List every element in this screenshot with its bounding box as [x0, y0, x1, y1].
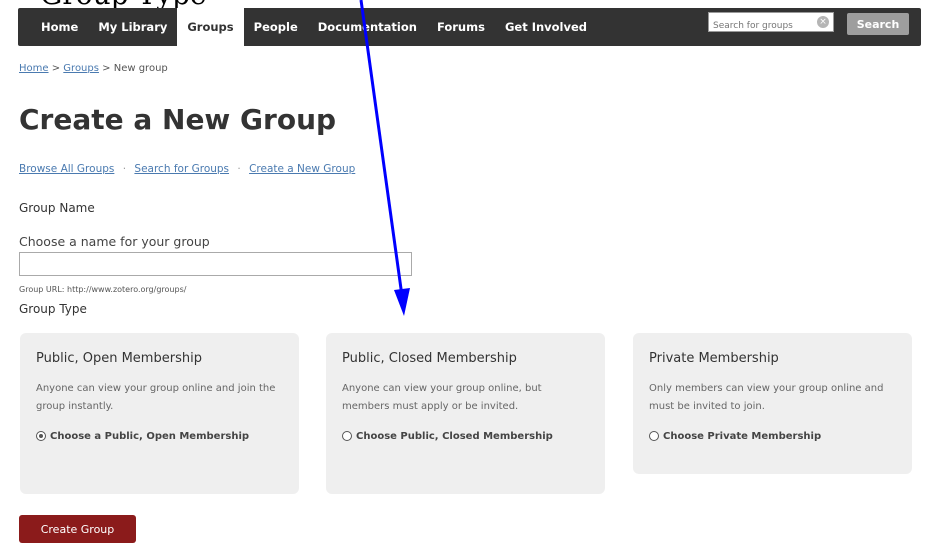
page-title: Create a New Group — [19, 103, 337, 136]
group-url-text: Group URL: http://www.zotero.org/groups/ — [19, 285, 187, 294]
card-description: Only members can view your group online … — [649, 383, 884, 412]
breadcrumb-current: New group — [113, 63, 168, 74]
breadcrumb-home[interactable]: Home — [19, 63, 49, 74]
browse-all-groups-link[interactable]: Browse All Groups — [19, 163, 114, 175]
card-title: Public, Open Membership — [36, 351, 202, 366]
card-description: Anyone can view your group online and jo… — [36, 383, 276, 412]
create-new-group-link[interactable]: Create a New Group — [249, 163, 355, 175]
create-group-button[interactable]: Create Group — [19, 515, 136, 543]
option-label[interactable]: Choose Private Membership — [663, 428, 821, 445]
group-subnav: Browse All Groups · Search for Groups · … — [19, 163, 355, 175]
search-button[interactable]: Search — [847, 13, 909, 35]
group-type-heading: Group Type — [19, 302, 87, 316]
nav-my-library[interactable]: My Library — [88, 8, 177, 46]
breadcrumb: Home > Groups > New group — [19, 63, 168, 74]
search-input[interactable] — [709, 17, 813, 35]
nav-documentation[interactable]: Documentation — [308, 8, 427, 46]
subnav-separator: · — [237, 163, 241, 175]
private-option[interactable]: Choose Private Membership — [649, 428, 896, 445]
breadcrumb-separator: > — [51, 63, 61, 74]
group-type-card-private: Private Membership Only members can view… — [633, 333, 912, 474]
nav-forums[interactable]: Forums — [427, 8, 495, 46]
group-type-card-public-open: Public, Open Membership Anyone can view … — [20, 333, 299, 494]
nav-get-involved[interactable]: Get Involved — [495, 8, 597, 46]
nav-people[interactable]: People — [244, 8, 308, 46]
nav-home[interactable]: Home — [18, 8, 88, 46]
card-title: Public, Closed Membership — [342, 351, 517, 366]
public-closed-option[interactable]: Choose Public, Closed Membership — [342, 428, 589, 445]
subnav-separator: · — [122, 163, 127, 175]
card-title: Private Membership — [649, 351, 779, 366]
clear-icon[interactable]: × — [817, 16, 829, 28]
nav-groups[interactable]: Groups — [177, 8, 244, 46]
group-type-card-public-closed: Public, Closed Membership Anyone can vie… — [326, 333, 605, 494]
search-box: × — [708, 12, 834, 35]
group-name-input[interactable] — [19, 252, 412, 276]
arrow-head — [394, 288, 410, 316]
option-label[interactable]: Choose Public, Closed Membership — [356, 428, 553, 445]
breadcrumb-separator: > — [102, 63, 111, 74]
public-open-option[interactable]: Choose a Public, Open Membership — [36, 428, 283, 445]
breadcrumb-groups[interactable]: Groups — [63, 63, 99, 74]
search-for-groups-link[interactable]: Search for Groups — [134, 163, 229, 175]
radio-unselected-icon[interactable] — [649, 431, 659, 441]
group-name-heading: Group Name — [19, 201, 95, 215]
radio-selected-icon[interactable] — [36, 431, 46, 441]
group-name-prompt: Choose a name for your group — [19, 234, 210, 249]
radio-unselected-icon[interactable] — [342, 431, 352, 441]
card-description: Anyone can view your group online, but m… — [342, 383, 542, 412]
option-label[interactable]: Choose a Public, Open Membership — [50, 428, 249, 445]
